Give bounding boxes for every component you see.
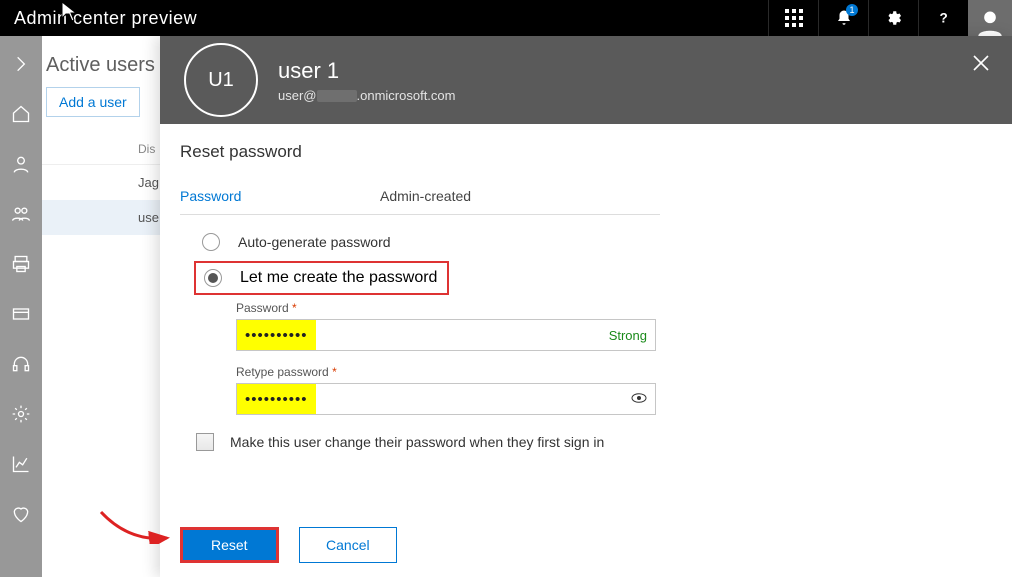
gear-icon [885, 9, 903, 27]
reset-password-panel: U1 user 1 user@.onmicrosoft.com Reset pa… [160, 36, 1012, 577]
user-email: user@.onmicrosoft.com [278, 88, 455, 103]
radio-manual-create[interactable]: Let me create the password [194, 261, 449, 295]
redaction-icon [317, 90, 357, 102]
notifications-button[interactable]: 1 [818, 0, 868, 36]
home-icon[interactable] [11, 104, 31, 124]
radio-icon [204, 269, 222, 287]
group-icon[interactable] [11, 204, 31, 224]
panel-header: U1 user 1 user@.onmicrosoft.com [160, 36, 1012, 124]
retype-password-input[interactable]: •••••••••• [236, 383, 656, 415]
user-avatar: U1 [184, 43, 258, 117]
close-button[interactable] [972, 54, 990, 77]
password-strength: Strong [609, 328, 655, 343]
user-icon[interactable] [11, 154, 31, 174]
waffle-icon [785, 9, 803, 27]
password-mode-row[interactable]: Password Admin-created [180, 188, 660, 215]
headset-icon[interactable] [11, 354, 31, 374]
section-title: Reset password [180, 142, 992, 162]
password-mode-value: Admin-created [380, 188, 471, 204]
left-nav-rail [0, 36, 42, 577]
password-label: Password * [236, 301, 656, 315]
radio-icon [202, 233, 220, 251]
global-topbar: Admin center preview 1 ? [0, 0, 1012, 36]
app-launcher-button[interactable] [768, 0, 818, 36]
notification-badge: 1 [846, 4, 858, 16]
radio-manual-label: Let me create the password [240, 269, 437, 287]
password-value: •••••••••• [237, 320, 316, 350]
settings-button[interactable] [868, 0, 918, 36]
radio-auto-label: Auto-generate password [238, 234, 391, 250]
chevron-right-icon[interactable] [11, 54, 31, 74]
reveal-password-button[interactable] [631, 392, 655, 406]
user-name: user 1 [278, 58, 455, 84]
card-icon[interactable] [11, 304, 31, 324]
retype-password-value: •••••••••• [237, 384, 316, 414]
person-icon [976, 8, 1004, 36]
chart-icon[interactable] [11, 454, 31, 474]
cog-icon[interactable] [11, 404, 31, 424]
cancel-button[interactable]: Cancel [299, 527, 397, 563]
printer-icon[interactable] [11, 254, 31, 274]
account-button[interactable] [968, 0, 1012, 36]
app-title: Admin center preview [0, 8, 197, 29]
question-icon: ? [935, 9, 953, 27]
eye-icon [631, 393, 647, 403]
reset-button[interactable]: Reset [180, 527, 279, 563]
add-user-button[interactable]: Add a user [46, 87, 140, 117]
help-button[interactable]: ? [918, 0, 968, 36]
password-input[interactable]: •••••••••• Strong [236, 319, 656, 351]
checkbox-icon [196, 433, 214, 451]
close-icon [972, 54, 990, 72]
heart-icon[interactable] [11, 504, 31, 524]
radio-auto-generate[interactable]: Auto-generate password [202, 233, 992, 251]
svg-text:?: ? [939, 11, 947, 26]
force-change-label: Make this user change their password whe… [230, 434, 604, 450]
force-change-checkbox[interactable]: Make this user change their password whe… [196, 433, 992, 451]
retype-password-label: Retype password * [236, 365, 656, 379]
password-mode-label: Password [180, 188, 380, 204]
